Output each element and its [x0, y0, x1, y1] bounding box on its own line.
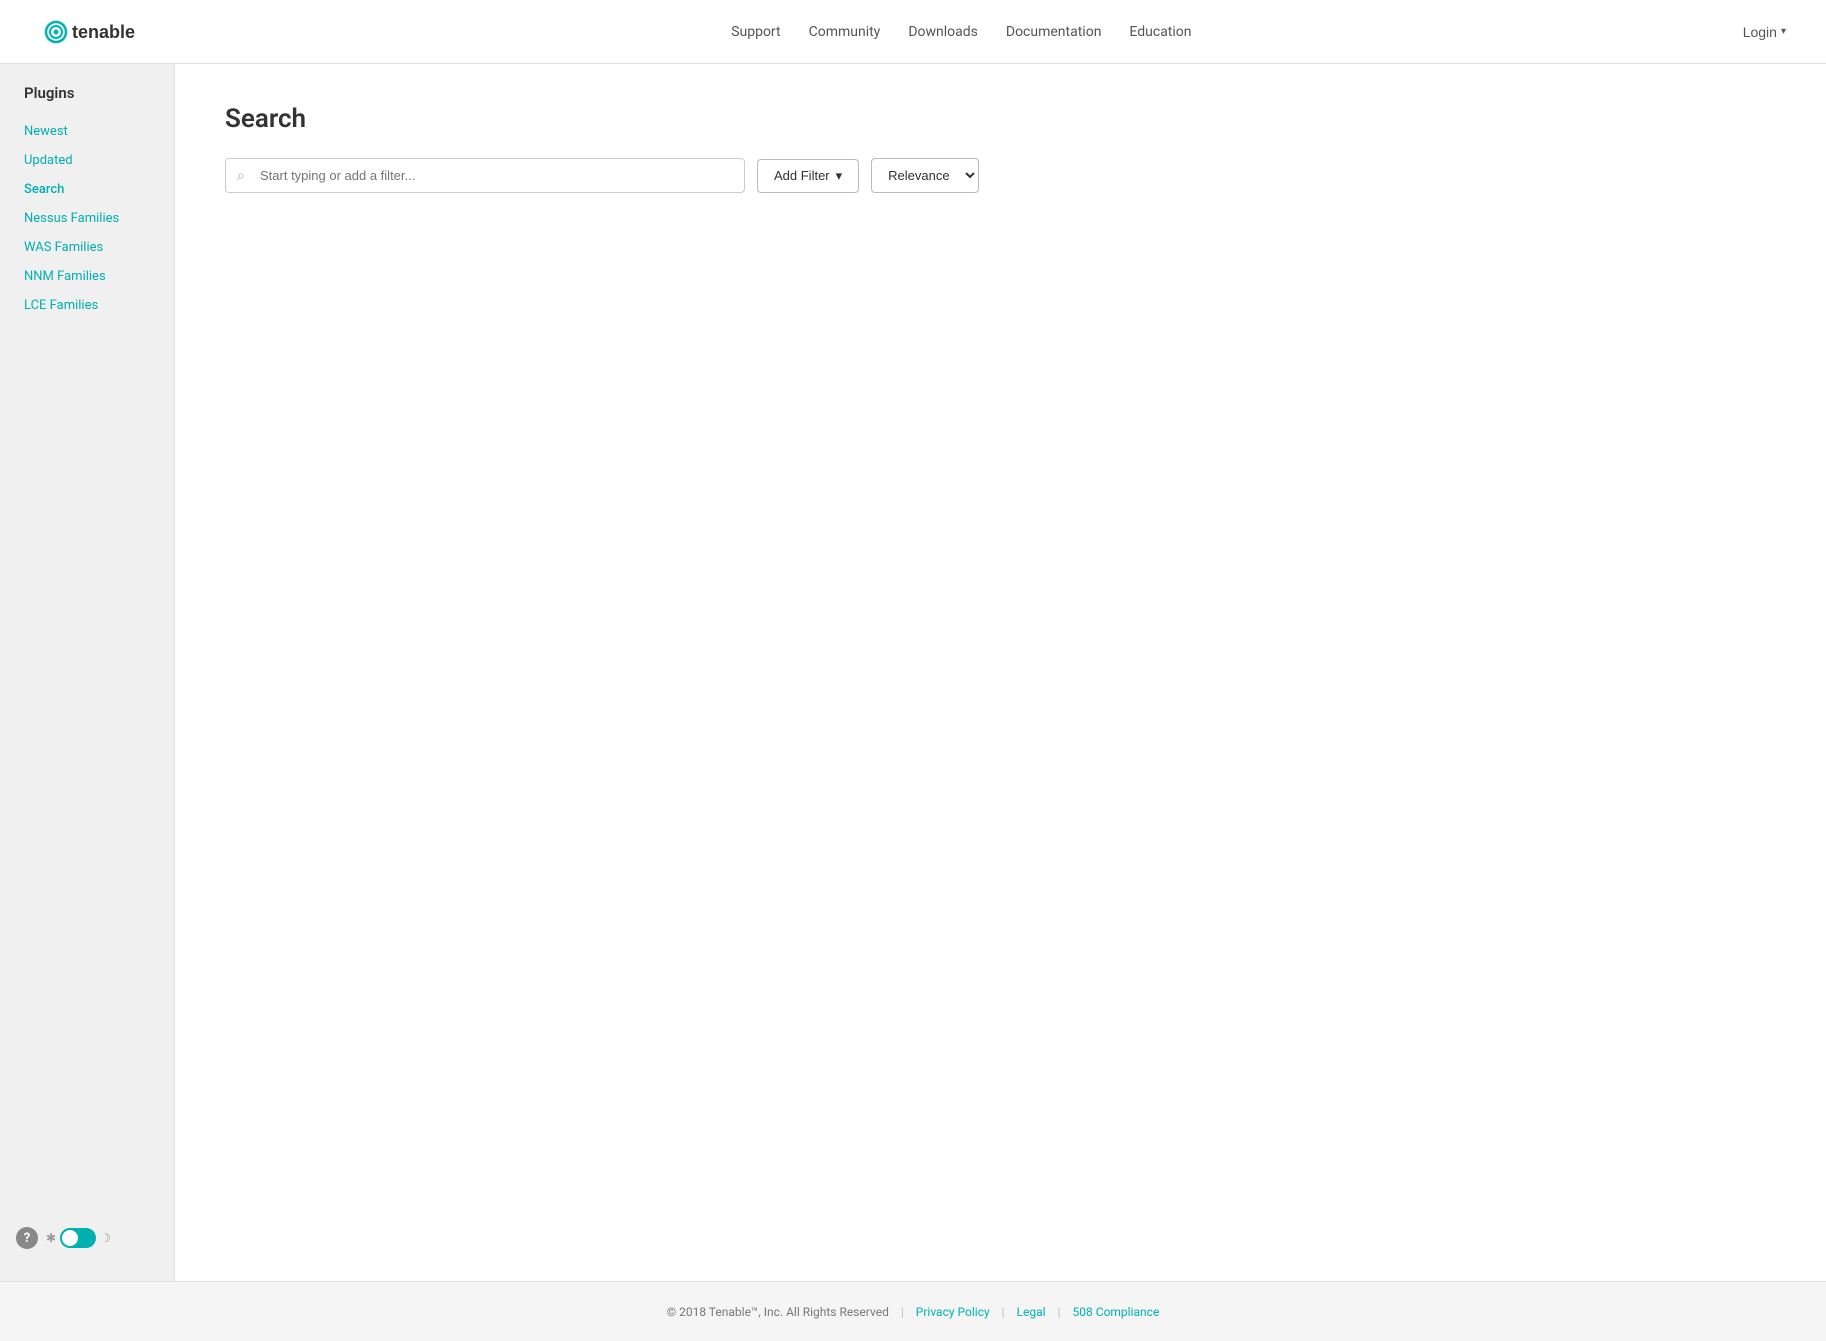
site-footer: © 2018 Tenable™, Inc. All Rights Reserve…	[0, 1281, 1826, 1341]
logo-area: tenable	[40, 13, 180, 51]
sun-icon: ✱	[46, 1231, 56, 1245]
footer-legal[interactable]: Legal	[1017, 1305, 1046, 1319]
sidebar-item-lce-families[interactable]: LCE Families	[16, 292, 158, 319]
sidebar-bottom: ? ✱ ☽	[0, 1215, 174, 1261]
theme-toggle[interactable]: ✱ ☽	[46, 1228, 111, 1248]
footer-privacy-policy[interactable]: Privacy Policy	[916, 1305, 990, 1319]
copyright: © 2018 Tenable™, Inc. All Rights Reserve…	[667, 1305, 889, 1319]
sidebar-nav-section: Plugins Newest Updated Search Nessus Fam…	[0, 84, 174, 319]
sidebar-item-nnm-families[interactable]: NNM Families	[16, 263, 158, 290]
sidebar-item-search[interactable]: Search	[16, 176, 158, 203]
help-icon[interactable]: ?	[16, 1227, 38, 1249]
nav-downloads[interactable]: Downloads	[908, 24, 978, 40]
results-area	[225, 223, 1776, 723]
page-title: Search	[225, 104, 1776, 134]
add-filter-caret-icon: ▾	[836, 168, 843, 184]
toggle-track[interactable]	[60, 1228, 96, 1248]
sidebar-item-was-families[interactable]: WAS Families	[16, 234, 158, 261]
tenable-logo: tenable	[40, 13, 180, 51]
footer-508-compliance[interactable]: 508 Compliance	[1073, 1305, 1160, 1319]
nav-documentation[interactable]: Documentation	[1006, 24, 1102, 40]
search-bar-row: ⌕ Add Filter ▾ Relevance Date Name	[225, 158, 1776, 193]
sep-1: |	[901, 1305, 904, 1319]
sep-2: |	[1002, 1305, 1005, 1319]
sidebar-item-updated[interactable]: Updated	[16, 147, 158, 174]
login-button[interactable]: Login ▾	[1743, 24, 1786, 40]
sidebar-item-nessus-families[interactable]: Nessus Families	[16, 205, 158, 232]
search-input-wrapper: ⌕	[225, 158, 745, 193]
add-filter-label: Add Filter	[774, 168, 830, 183]
add-filter-button[interactable]: Add Filter ▾	[757, 159, 859, 193]
svg-text:tenable: tenable	[72, 22, 135, 42]
sidebar: Plugins Newest Updated Search Nessus Fam…	[0, 64, 175, 1281]
sidebar-title: Plugins	[16, 84, 158, 102]
nav-community[interactable]: Community	[809, 24, 881, 40]
login-caret-icon: ▾	[1781, 26, 1786, 37]
main-layout: Plugins Newest Updated Search Nessus Fam…	[0, 64, 1826, 1281]
search-input[interactable]	[225, 158, 745, 193]
relevance-select[interactable]: Relevance Date Name	[871, 158, 979, 193]
moon-icon: ☽	[100, 1231, 111, 1245]
sidebar-item-newest[interactable]: Newest	[16, 118, 158, 145]
site-header: tenable Support Community Downloads Docu…	[0, 0, 1826, 64]
login-label: Login	[1743, 24, 1777, 40]
main-nav: Support Community Downloads Documentatio…	[731, 24, 1191, 40]
nav-education[interactable]: Education	[1129, 24, 1191, 40]
sep-3: |	[1058, 1305, 1061, 1319]
search-icon: ⌕	[237, 168, 245, 184]
main-content: Search ⌕ Add Filter ▾ Relevance Date Nam…	[175, 64, 1826, 1281]
toggle-thumb	[62, 1230, 78, 1246]
sidebar-nav: Newest Updated Search Nessus Families WA…	[16, 118, 158, 319]
nav-support[interactable]: Support	[731, 24, 780, 40]
